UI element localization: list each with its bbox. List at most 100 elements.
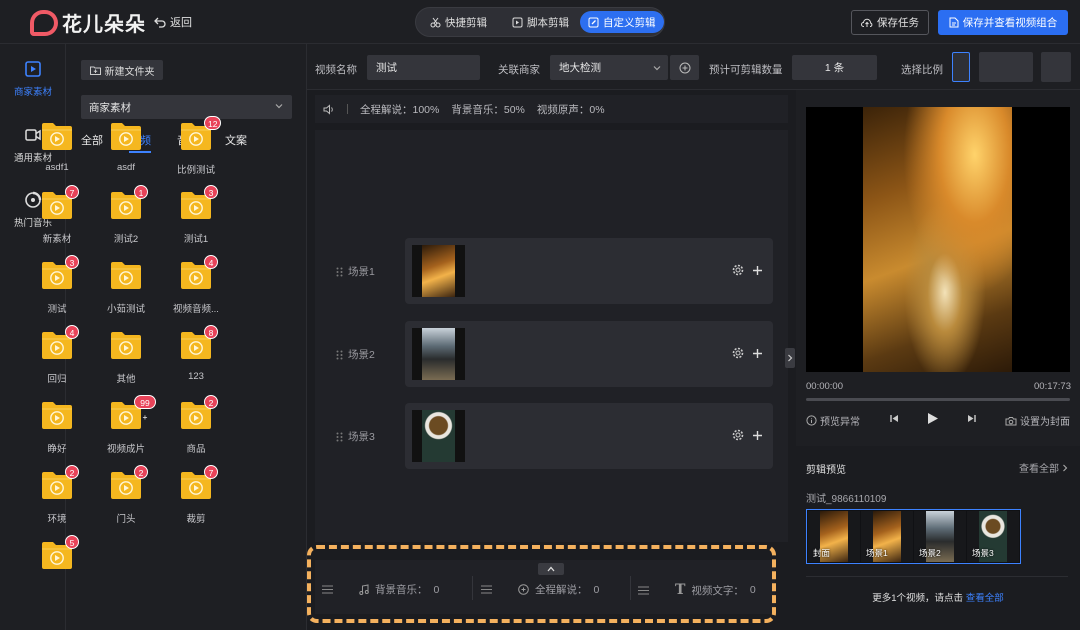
scene-thumbnail[interactable] bbox=[412, 410, 465, 462]
play-icon[interactable] bbox=[927, 412, 939, 425]
ratio-option-landscape[interactable] bbox=[979, 52, 1033, 82]
estimate-label: 预计可剪辑数量 bbox=[709, 64, 783, 76]
material-folder[interactable]: 2 商品 bbox=[166, 395, 226, 458]
scene-label[interactable]: 场景3 bbox=[336, 429, 375, 444]
material-source-select[interactable]: 商家素材 bbox=[81, 95, 292, 119]
scene-card[interactable] bbox=[405, 321, 773, 387]
thumbnail-image bbox=[422, 245, 455, 297]
mode-script-edit[interactable]: 脚本剪辑 bbox=[504, 11, 577, 33]
material-folder[interactable]: 7 裁剪 bbox=[166, 465, 226, 528]
plus-icon[interactable] bbox=[752, 348, 763, 359]
material-panel: 新建文件夹 商家素材 全部 视频 音频 文案 asdf1asdf12比例测试7新… bbox=[42, 44, 307, 630]
drag-handle-icon[interactable] bbox=[336, 350, 343, 360]
narration-volume: 全程解说：100% bbox=[360, 103, 440, 116]
scene-card[interactable] bbox=[405, 238, 773, 304]
plus-icon[interactable] bbox=[752, 430, 763, 441]
drag-handle-icon[interactable] bbox=[336, 432, 343, 442]
video-name-input[interactable]: 测试 bbox=[367, 55, 480, 80]
material-folder[interactable]: 12 比例测试 bbox=[166, 116, 226, 179]
source-value: 商家素材 bbox=[89, 101, 131, 114]
playback-progress[interactable] bbox=[806, 398, 1070, 401]
material-folder[interactable]: 4 视频音频... bbox=[166, 255, 226, 318]
estimate-value: 1 条 bbox=[792, 55, 877, 80]
scene-label[interactable]: 场景1 bbox=[336, 264, 375, 279]
menu-lines-icon[interactable] bbox=[638, 586, 649, 595]
folder-name: asdf bbox=[117, 162, 135, 173]
material-folder[interactable]: 8 123 bbox=[166, 325, 226, 388]
scene-thumbnail[interactable] bbox=[412, 328, 465, 380]
back-button[interactable]: 返回 bbox=[154, 14, 192, 30]
total-time: 00:17:73 bbox=[1034, 381, 1071, 392]
clip-frame-strip[interactable]: 封面 场景1 场景2 场景3 bbox=[806, 509, 1021, 564]
ratio-option-square[interactable] bbox=[1041, 52, 1071, 82]
video-player[interactable] bbox=[806, 107, 1070, 372]
folder-icon bbox=[41, 400, 73, 430]
merchant-select[interactable]: 地大检测 bbox=[550, 55, 668, 80]
nav-merchant-material[interactable]: 商家素材 bbox=[0, 60, 66, 98]
music-label: 背景音乐： bbox=[375, 584, 428, 596]
music-volume: 背景音乐：50% bbox=[451, 103, 525, 116]
save-task-button[interactable]: 保存任务 bbox=[851, 10, 929, 35]
scene-card[interactable] bbox=[405, 403, 773, 469]
material-folder[interactable]: 睁好 bbox=[27, 400, 87, 458]
count-badge: 12 bbox=[204, 116, 222, 130]
scene-name: 场景3 bbox=[348, 431, 375, 443]
material-folder[interactable]: 7 新素材 bbox=[27, 185, 87, 248]
undo-arrow-icon bbox=[154, 17, 166, 28]
mode-quick-edit[interactable]: 快捷剪辑 bbox=[422, 11, 495, 33]
set-cover-button[interactable]: 设置为封面 bbox=[1005, 413, 1070, 428]
folder-name: 商品 bbox=[186, 444, 206, 455]
gear-icon[interactable] bbox=[732, 264, 744, 276]
previous-icon[interactable] bbox=[890, 414, 899, 423]
material-folder[interactable]: asdf bbox=[96, 121, 156, 179]
material-folder[interactable]: 2 环境 bbox=[27, 465, 87, 528]
save-and-view-button[interactable]: 保存并查看视频组合 bbox=[938, 10, 1068, 35]
material-folder[interactable]: 4 回归 bbox=[27, 325, 87, 388]
count-badge: 5 bbox=[65, 535, 79, 549]
cloud-upload-icon bbox=[861, 18, 873, 27]
material-folder[interactable]: 99 + 视频成片 bbox=[96, 395, 156, 458]
divider bbox=[347, 104, 348, 114]
material-folder[interactable]: 3 测试 bbox=[27, 255, 87, 318]
material-folder[interactable]: 小茹测试 bbox=[96, 260, 156, 318]
more-videos-link[interactable]: 查看全部 bbox=[966, 593, 1004, 604]
view-all-button[interactable]: 查看全部 bbox=[1019, 460, 1068, 475]
narration-track[interactable]: 全程解说： 0 bbox=[481, 582, 599, 597]
edit-mode-switch: 快捷剪辑 脚本剪辑 自定义剪辑 bbox=[415, 7, 665, 37]
preview-error-button[interactable]: 预览异常 bbox=[806, 413, 860, 428]
new-folder-label: 新建文件夹 bbox=[104, 66, 155, 78]
thumbnail-image bbox=[422, 328, 455, 380]
material-folder[interactable]: 2 门头 bbox=[96, 465, 156, 528]
next-icon[interactable] bbox=[967, 414, 976, 423]
more-videos-note: 更多1个视频，请点击 查看全部 bbox=[796, 590, 1080, 604]
collapse-toggle-button[interactable] bbox=[538, 563, 564, 575]
material-folder[interactable]: asdf1 bbox=[27, 121, 87, 179]
count-badge: 4 bbox=[204, 255, 218, 269]
scissors-icon bbox=[430, 17, 441, 27]
plus-icon[interactable] bbox=[752, 265, 763, 276]
tab-copy[interactable]: 文案 bbox=[225, 132, 247, 153]
app-logo[interactable]: 花儿朵朵 bbox=[30, 8, 146, 37]
material-folder[interactable]: 3 测试1 bbox=[166, 185, 226, 248]
add-merchant-button[interactable] bbox=[670, 55, 699, 80]
expand-panel-button[interactable] bbox=[785, 348, 795, 368]
material-folder[interactable]: 其他 bbox=[96, 330, 156, 388]
material-folder[interactable]: 1 测试2 bbox=[96, 185, 156, 248]
music-count: 0 bbox=[433, 583, 440, 596]
menu-lines-icon[interactable] bbox=[481, 585, 492, 594]
scene-thumbnail[interactable] bbox=[412, 245, 465, 297]
material-folder[interactable]: 5 bbox=[27, 535, 87, 598]
gear-icon[interactable] bbox=[732, 429, 744, 441]
text-track[interactable]: T 视频文字： 0 bbox=[638, 582, 756, 598]
merchant-label: 关联商家 bbox=[498, 64, 540, 76]
scene-label[interactable]: 场景2 bbox=[336, 347, 375, 362]
gear-icon[interactable] bbox=[732, 347, 744, 359]
mode-custom-edit[interactable]: 自定义剪辑 bbox=[580, 11, 664, 33]
speaker-icon[interactable] bbox=[323, 103, 335, 115]
menu-lines-icon[interactable] bbox=[322, 585, 333, 594]
drag-handle-icon[interactable] bbox=[336, 267, 343, 277]
new-folder-button[interactable]: 新建文件夹 bbox=[81, 60, 163, 80]
video-frame-image bbox=[863, 107, 1012, 372]
music-track[interactable]: 背景音乐： 0 bbox=[322, 582, 439, 597]
ratio-option-portrait[interactable] bbox=[952, 52, 970, 82]
